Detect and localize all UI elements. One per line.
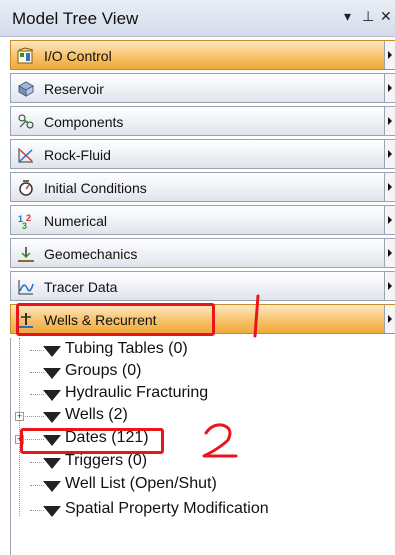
- annotation-number-one-stroke: [253, 294, 260, 338]
- annotation-marks: [202, 294, 260, 458]
- annotation-number-two-stroke: [202, 423, 238, 458]
- model-tree-panel: Model Tree View ▾ ⊥ ✕ I/O Control Reserv…: [0, 0, 395, 555]
